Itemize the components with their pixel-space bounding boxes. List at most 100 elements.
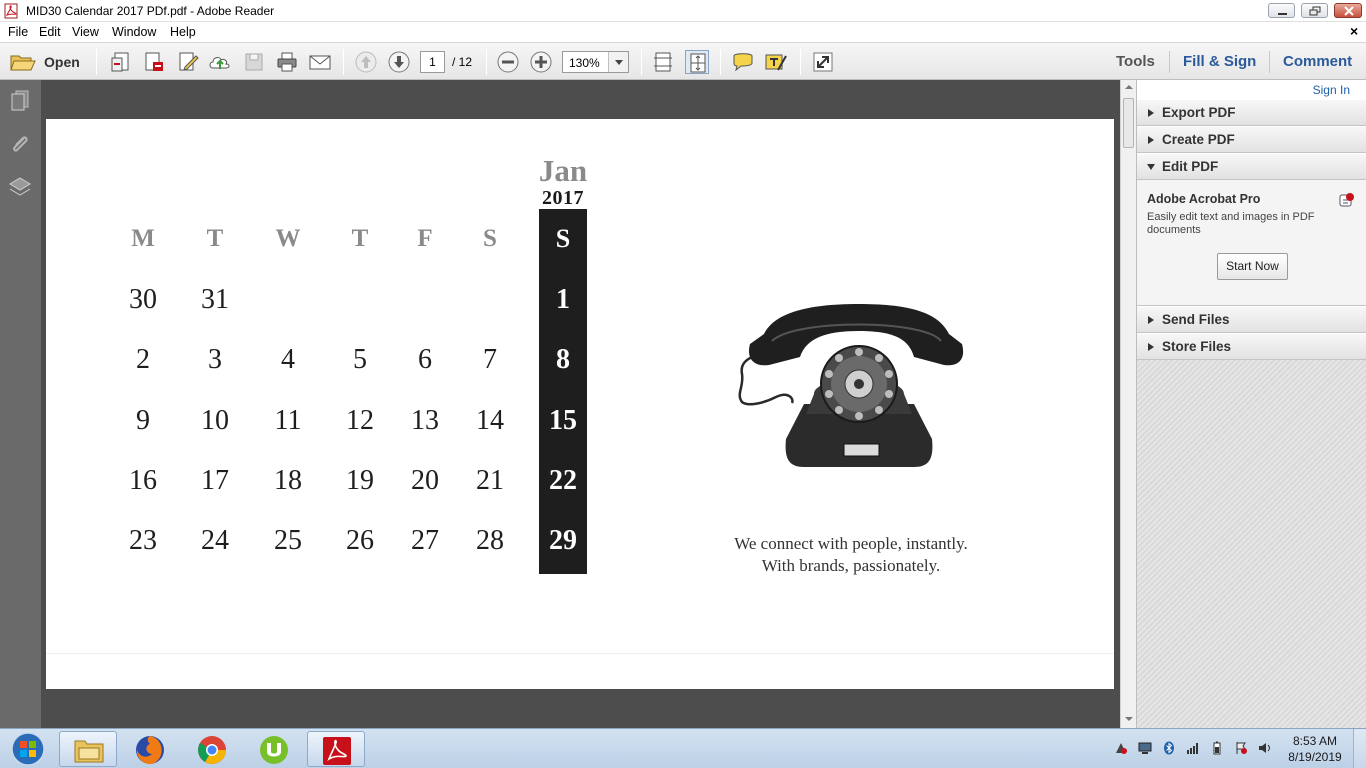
taskbar-file-explorer[interactable] <box>59 731 117 767</box>
save-button[interactable] <box>242 50 266 74</box>
add-comment-button[interactable] <box>731 50 755 74</box>
scrollbar-thumb[interactable] <box>1123 98 1134 148</box>
restore-button[interactable] <box>1301 3 1328 18</box>
tab-fill-sign[interactable]: Fill & Sign <box>1183 53 1256 70</box>
expand-arrow-icon <box>1148 136 1154 144</box>
section-store-files[interactable]: Store Files <box>1137 333 1366 360</box>
tab-comment[interactable]: Comment <box>1283 53 1352 70</box>
section-send-files[interactable]: Send Files <box>1137 306 1366 333</box>
next-page-button[interactable] <box>387 50 411 74</box>
document-viewer[interactable]: M T W T F S 30 31 2 3 4 5 6 7 9 10 11 12… <box>41 80 1120 728</box>
zoom-value: 130% <box>569 56 600 70</box>
calendar-day: 20 <box>411 465 439 496</box>
product-name: Adobe Acrobat Pro <box>1147 192 1261 206</box>
calendar-day: 21 <box>476 465 504 496</box>
speaker-icon[interactable] <box>1258 741 1272 755</box>
page-number-input[interactable]: 1 <box>420 51 445 73</box>
weekday-friday: F <box>417 225 433 252</box>
zoom-select[interactable]: 130% <box>562 51 629 73</box>
fit-width-button[interactable] <box>651 50 675 74</box>
previous-page-button[interactable] <box>354 50 378 74</box>
menu-edit[interactable]: Edit <box>39 25 61 39</box>
section-edit-pdf[interactable]: Edit PDF <box>1137 153 1366 180</box>
plus-circle-icon <box>530 51 552 73</box>
taskbar-adobe-reader[interactable] <box>307 731 365 767</box>
read-mode-button[interactable] <box>811 50 835 74</box>
display-icon[interactable] <box>1138 741 1152 755</box>
section-label: Send Files <box>1162 312 1230 327</box>
page-thumbnails-button[interactable] <box>8 88 32 112</box>
utorrent-icon <box>260 736 288 764</box>
zoom-out-button[interactable] <box>496 50 520 74</box>
weekday-wednesday: W <box>275 225 301 252</box>
taskbar-firefox[interactable] <box>121 731 179 767</box>
taskbar-chrome[interactable] <box>183 731 241 767</box>
save-icon <box>245 53 263 71</box>
calendar-day: 2 <box>136 344 150 375</box>
vertical-scrollbar[interactable] <box>1120 80 1136 728</box>
scroll-down-icon[interactable] <box>1121 712 1137 726</box>
menu-help[interactable]: Help <box>170 25 196 39</box>
taskbar-utorrent[interactable] <box>245 731 303 767</box>
minimize-button[interactable] <box>1268 3 1295 18</box>
menu-file[interactable]: File <box>8 25 28 39</box>
expand-icon <box>813 52 833 72</box>
weekday-sunday: S <box>555 224 571 253</box>
section-export-pdf[interactable]: Export PDF <box>1137 99 1366 126</box>
scroll-up-icon[interactable] <box>1121 80 1137 94</box>
attachments-button[interactable] <box>8 132 32 156</box>
fit-page-button[interactable] <box>685 50 709 74</box>
system-clock[interactable]: 8:53 AM 8/19/2019 <box>1280 733 1350 765</box>
email-button[interactable] <box>308 50 332 74</box>
toolbar: Open 1 / 12 130% Tools Fill & Sign Comme… <box>0 42 1366 80</box>
print-button[interactable] <box>275 50 299 74</box>
create-pdf-button[interactable] <box>109 50 133 74</box>
highlight-text-button[interactable] <box>764 50 788 74</box>
toolbar-separator <box>486 49 487 75</box>
section-label: Edit PDF <box>1162 159 1219 174</box>
tagline-line-1: We connect with people, instantly. <box>734 534 968 553</box>
product-description: Easily edit text and images in PDF docum… <box>1147 211 1315 236</box>
bluetooth-icon[interactable] <box>1162 741 1176 755</box>
weekday-thursday: T <box>351 225 369 252</box>
battery-icon[interactable] <box>1210 741 1224 755</box>
start-now-button[interactable]: Start Now <box>1217 253 1288 280</box>
calendar-day: 25 <box>274 525 302 556</box>
weekday-tuesday: T <box>206 225 224 252</box>
section-create-pdf[interactable]: Create PDF <box>1137 126 1366 153</box>
edit-pdf-button[interactable] <box>176 50 200 74</box>
start-button[interactable] <box>0 731 56 767</box>
tab-tools[interactable]: Tools <box>1116 53 1155 70</box>
firefox-icon <box>136 736 164 765</box>
show-desktop-button[interactable] <box>1353 729 1366 768</box>
action-center-icon[interactable] <box>1114 741 1128 755</box>
menu-window[interactable]: Window <box>112 25 156 39</box>
export-pdf-button[interactable] <box>142 50 166 74</box>
zoom-in-button[interactable] <box>529 50 553 74</box>
chrome-icon <box>198 736 226 764</box>
flag-icon[interactable] <box>1234 741 1248 755</box>
upload-button[interactable] <box>208 50 232 74</box>
menu-view[interactable]: View <box>72 25 99 39</box>
layers-button[interactable] <box>8 175 32 199</box>
taskbar: 8:53 AM 8/19/2019 <box>0 728 1366 768</box>
clock-date: 8/19/2019 <box>1288 750 1342 764</box>
calendar-day: 11 <box>274 405 302 436</box>
tools-pane: Sign In Export PDF Create PDF Edit PDF A… <box>1136 80 1366 728</box>
calendar-day: 14 <box>476 405 504 436</box>
tagline-line-2: With brands, passionately. <box>761 556 941 575</box>
close-document-button[interactable]: × <box>1350 23 1358 39</box>
network-signal-icon[interactable] <box>1186 741 1200 755</box>
pages-icon <box>11 90 29 111</box>
calendar-day: 7 <box>483 344 497 375</box>
chevron-down-icon <box>615 60 623 65</box>
open-button[interactable]: Open <box>8 50 88 74</box>
arrow-down-icon <box>388 51 410 73</box>
create-pdf-icon <box>111 52 129 72</box>
close-window-button[interactable] <box>1334 3 1362 18</box>
zoom-dropdown-arrow[interactable] <box>608 52 628 72</box>
sunday-column: S 1 8 15 22 29 <box>539 209 587 574</box>
section-label: Export PDF <box>1162 105 1236 120</box>
menu-bar: File Edit View Window Help × <box>0 22 1366 42</box>
sign-in-link[interactable]: Sign In <box>1313 83 1350 97</box>
